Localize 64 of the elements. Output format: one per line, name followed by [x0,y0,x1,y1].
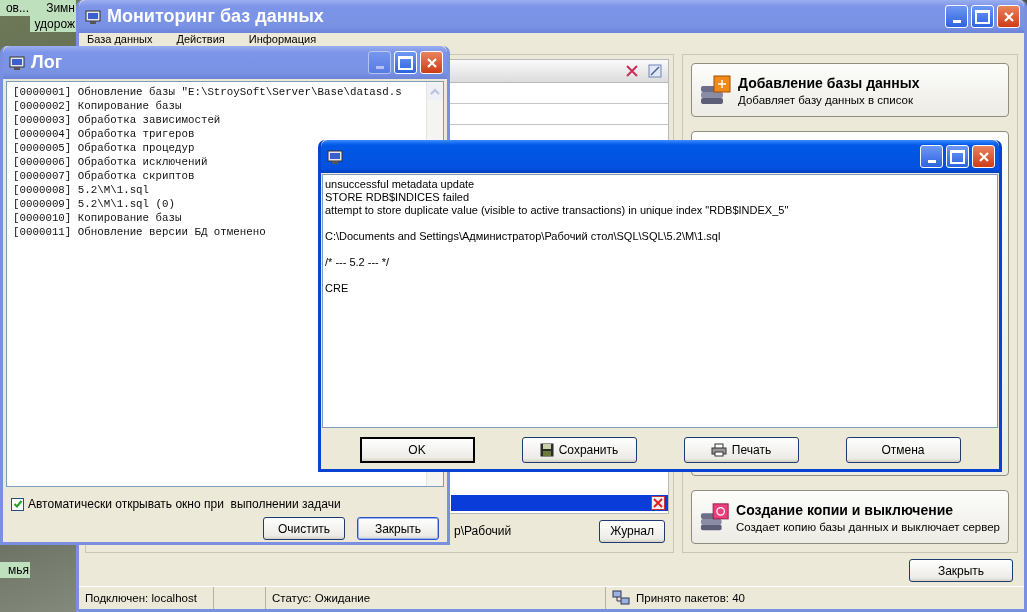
log-line: [0000006] Обработка исключений [13,155,208,169]
close-icon [425,56,438,69]
log-line: [0000010] Копирование базы [13,211,182,225]
log-line: [0000003] Обработка зависимостей [13,113,221,127]
printer-icon [710,443,727,457]
menu-item[interactable]: База данных [87,33,153,45]
close-icon [977,150,990,163]
message-line: C:\Documents and Settings\Администратор\Рабочий стол\SQL\SQL\5.2\M\1.sql [325,230,722,243]
desktop-icon-label[interactable]: ов... [0,0,30,16]
packets-count: Принято пакетов: 40 [635,591,746,606]
journal-button[interactable]: Журнал [599,519,665,543]
print-button[interactable]: Печать [683,437,799,463]
action-card[interactable]: Создание копии и выключение Создает копию базы данных и выключает сервер [691,490,1009,544]
message-line: /* --- 5.2 --- */ [325,256,391,269]
close-window-button[interactable]: Закрыть [909,559,1013,582]
window-app-icon [9,54,25,71]
minimize-button[interactable] [920,145,943,168]
checkbox-label: Автоматически открывать окно при выполнении задачи [28,497,341,511]
action-card[interactable]: Добавление базы данных Добавляет базу данных в список [691,63,1009,117]
log-line: [0000001] Обновление базы "E:\StroySoft\Server\Base\datasd.s [13,85,402,99]
action-description: Создает копию базы данных и выключает сервер [736,520,1000,533]
connection-status: Подключен: localhost [79,587,214,609]
save-button[interactable]: Сохранить [521,437,637,463]
network-icon [612,590,630,606]
menu-item[interactable]: Действия [176,33,225,45]
maximize-button[interactable] [394,51,417,74]
window-title: Лог [31,52,63,73]
database-power-icon [700,501,731,533]
maximize-button[interactable] [946,145,969,168]
status-text: Статус: Ожидание [266,587,606,609]
window-app-icon [85,8,101,25]
cancel-button[interactable]: Отмена [845,437,961,463]
checkbox[interactable] [11,497,24,511]
log-line: [0000004] Обработка тригеров [13,127,195,141]
action-title: Создание копии и выключение [736,501,955,518]
desktop-icon-label[interactable]: мья [0,562,30,578]
log-line: [0000009] 5.2\M\1.sql (0) [13,197,175,211]
dialog-button[interactable]: Очистить [263,517,345,540]
message-line: CRE [325,282,350,295]
edit-icon[interactable] [648,64,662,78]
log-line: [0000002] Копирование базы [13,99,182,113]
ok-button[interactable]: OK [359,437,475,463]
close-icon[interactable] [651,496,665,510]
log-line: [0000007] Обработка скриптов [13,169,195,183]
message-line: attempt to store duplicate value (visible to active transactions) in unique index "RDB$INDEX_5" [325,204,790,217]
message-line: STORE RDB$INDICES failed [325,191,471,204]
action-description: Добавляет базу данных в список [738,93,914,106]
close-button[interactable] [972,145,995,168]
menu-item[interactable]: Информация [248,33,317,45]
close-icon [1002,10,1015,23]
action-title: Добавление базы данных [738,74,920,91]
close-button[interactable] [420,51,443,74]
path-text: р\Рабочий [454,524,512,538]
log-line: [0000008] 5.2\M\1.sql [13,183,150,197]
log-line: [0000011] Обновление версии БД отменено [13,225,266,239]
message-line: unsuccessful metadata update [325,178,476,191]
database-add-icon [700,74,732,106]
delete-icon[interactable] [626,65,638,77]
desktop-icon-label[interactable]: Зимн удорож [30,0,76,32]
log-line: [0000005] Обработка процедур [13,141,195,155]
dialog-button[interactable]: Закрыть [357,517,439,540]
window-title: Мониторинг баз данных [107,6,324,27]
selected-list-row[interactable] [451,495,668,511]
window-app-icon [327,148,343,165]
